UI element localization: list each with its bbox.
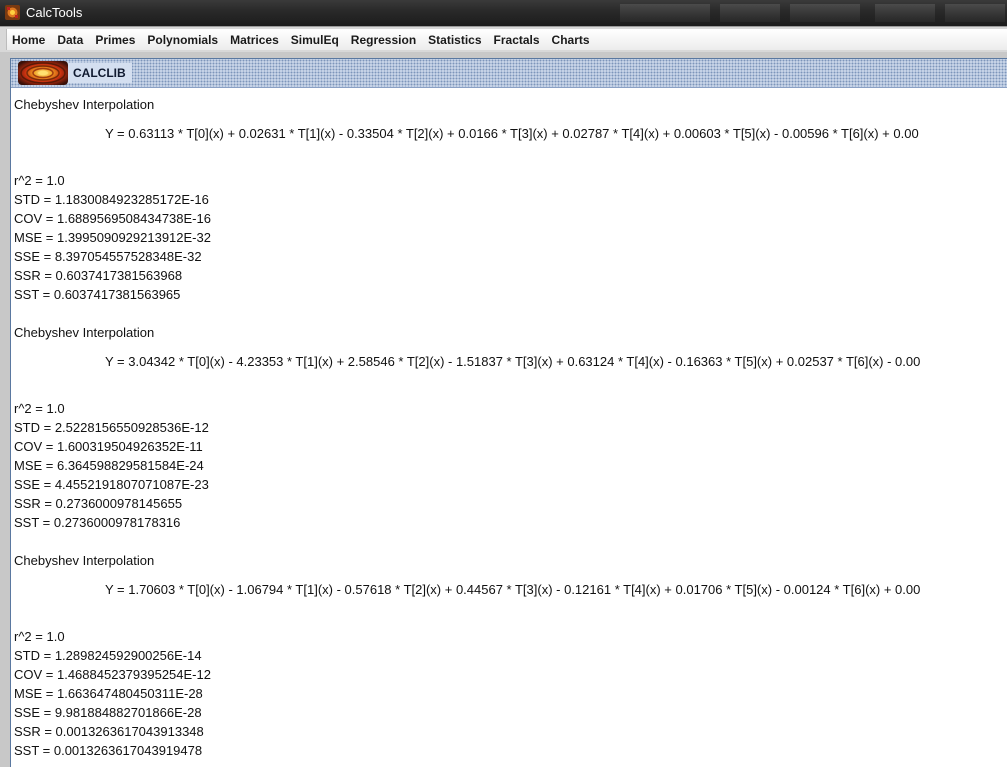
frame-header[interactable]: CALCLIB bbox=[11, 59, 1007, 88]
frame-title: CALCLIB bbox=[68, 63, 132, 83]
result-block-3: Chebyshev Interpolation Y = 1.70603 * T[… bbox=[14, 551, 920, 760]
menu-regression[interactable]: Regression bbox=[345, 31, 422, 49]
menu-polynomials[interactable]: Polynomials bbox=[141, 31, 224, 49]
window-titlebar[interactable]: CalcTools bbox=[0, 0, 1007, 26]
result-mse: MSE = 6.364598829581584E-24 bbox=[14, 458, 204, 473]
results-panel[interactable]: Chebyshev Interpolation Y = 0.63113 * T[… bbox=[14, 88, 1007, 767]
result-mse: MSE = 1.3995090929213912E-32 bbox=[14, 230, 211, 245]
result-r2: r^2 = 1.0 bbox=[14, 401, 65, 416]
app-icon bbox=[5, 5, 20, 20]
menu-charts[interactable]: Charts bbox=[546, 31, 596, 49]
result-cov: COV = 1.600319504926352E-11 bbox=[14, 439, 203, 454]
calclib-internal-frame: CALCLIB Chebyshev Interpolation Y = 0.63… bbox=[10, 58, 1007, 767]
menu-data[interactable]: Data bbox=[51, 31, 89, 49]
menu-list: Home Data Primes Polynomials Matrices Si… bbox=[6, 29, 1007, 50]
result-cov: COV = 1.4688452379395254E-12 bbox=[14, 667, 211, 682]
result-sst: SST = 0.0013263617043919478 bbox=[14, 743, 203, 758]
result-sst: SST = 0.2736000978178316 bbox=[14, 515, 181, 530]
menu-fractals[interactable]: Fractals bbox=[488, 31, 546, 49]
menu-simuleq[interactable]: SimulEq bbox=[285, 31, 345, 49]
menu-primes[interactable]: Primes bbox=[89, 31, 141, 49]
result-sst: SST = 0.6037417381563965 bbox=[14, 287, 181, 302]
result-heading: Chebyshev Interpolation bbox=[14, 325, 155, 340]
result-equation: Y = 0.63113 * T[0](x) + 0.02631 * T[1](x… bbox=[105, 126, 919, 141]
result-r2: r^2 = 1.0 bbox=[14, 173, 65, 188]
menu-matrices[interactable]: Matrices bbox=[224, 31, 285, 49]
result-heading: Chebyshev Interpolation bbox=[14, 553, 155, 568]
calclib-fractal-logo-icon bbox=[18, 61, 68, 85]
menu-statistics[interactable]: Statistics bbox=[422, 31, 487, 49]
result-equation: Y = 1.70603 * T[0](x) - 1.06794 * T[1](x… bbox=[105, 582, 921, 597]
result-sse: SSE = 4.4552191807071087E-23 bbox=[14, 477, 209, 492]
result-cov: COV = 1.6889569508434738E-16 bbox=[14, 211, 211, 226]
result-block-1: Chebyshev Interpolation Y = 0.63113 * T[… bbox=[14, 95, 919, 304]
result-heading: Chebyshev Interpolation bbox=[14, 97, 155, 112]
result-sse: SSE = 8.397054557528348E-32 bbox=[14, 249, 202, 264]
menubar: Home Data Primes Polynomials Matrices Si… bbox=[0, 26, 1007, 52]
menu-home[interactable]: Home bbox=[7, 31, 51, 49]
result-ssr: SSR = 0.2736000978145655 bbox=[14, 496, 183, 511]
desktop-area: CALCLIB Chebyshev Interpolation Y = 0.63… bbox=[0, 52, 1007, 767]
result-mse: MSE = 1.663647480450311E-28 bbox=[14, 686, 203, 701]
result-block-2: Chebyshev Interpolation Y = 3.04342 * T[… bbox=[14, 323, 920, 532]
result-equation: Y = 3.04342 * T[0](x) - 4.23353 * T[1](x… bbox=[105, 354, 921, 369]
window-title: CalcTools bbox=[26, 5, 83, 20]
result-sse: SSE = 9.981884882701866E-28 bbox=[14, 705, 202, 720]
result-std: STD = 2.5228156550928536E-12 bbox=[14, 420, 209, 435]
result-ssr: SSR = 0.0013263617043913348 bbox=[14, 724, 204, 739]
result-std: STD = 1.1830084923285172E-16 bbox=[14, 192, 209, 207]
result-r2: r^2 = 1.0 bbox=[14, 629, 65, 644]
result-ssr: SSR = 0.6037417381563968 bbox=[14, 268, 183, 283]
result-std: STD = 1.289824592900256E-14 bbox=[14, 648, 202, 663]
